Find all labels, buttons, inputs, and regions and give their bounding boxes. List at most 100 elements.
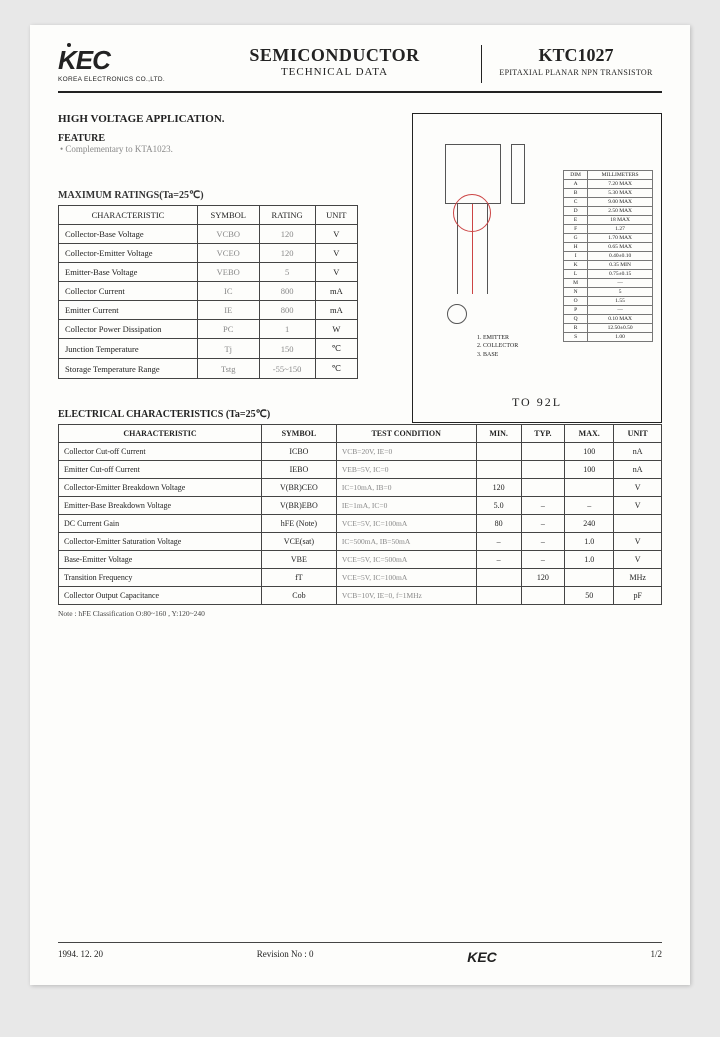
dim-key: N [564, 288, 588, 297]
dim-val: 5 [588, 288, 653, 297]
char-cell: Emitter Cut-off Current [59, 461, 262, 479]
typ-cell [521, 587, 564, 605]
symbol-cell: V(BR)EBO [261, 497, 336, 515]
dim-val: 5.30 MAX [588, 189, 653, 198]
dim-key: S [564, 333, 588, 342]
rating-cell: 120 [259, 244, 315, 263]
table-row: O1.55 [564, 297, 653, 306]
table-row: M— [564, 279, 653, 288]
symbol-cell: ICBO [261, 443, 336, 461]
max-cell: 1.0 [565, 533, 614, 551]
table-row: H0.65 MAX [564, 243, 653, 252]
ratings-table: CHARACTERISTICSYMBOLRATINGUNIT Collector… [58, 205, 358, 379]
elec-note: Note : hFE Classification O:80~160 , Y:1… [58, 609, 662, 618]
table-row: Transition FrequencyfTVCE=5V, IC=100mA 12… [59, 569, 662, 587]
table-header-cell: UNIT [315, 206, 357, 225]
table-row: B5.30 MAX [564, 189, 653, 198]
pin-label: 3. BASE [477, 351, 518, 359]
condition-cell: VCE=5V, IC=100mA [336, 515, 476, 533]
condition-cell: VCB=10V, IE=0, f=1MHz [336, 587, 476, 605]
char-cell: Collector Power Dissipation [59, 320, 198, 339]
dim-val: 1.70 MAX [588, 234, 653, 243]
symbol-cell: VEBO [197, 263, 259, 282]
char-cell: Transition Frequency [59, 569, 262, 587]
symbol-cell: hFE (Note) [261, 515, 336, 533]
max-cell [565, 479, 614, 497]
max-cell: 100 [565, 443, 614, 461]
unit-cell: ℃ [315, 359, 357, 379]
dim-key: Q [564, 315, 588, 324]
max-cell: – [565, 497, 614, 515]
char-cell: DC Current Gain [59, 515, 262, 533]
table-row: G1.70 MAX [564, 234, 653, 243]
min-cell [476, 461, 521, 479]
table-row: K0.35 MIN [564, 261, 653, 270]
part-block: KTC1027 EPITAXIAL PLANAR NPN TRANSISTOR [482, 45, 662, 83]
symbol-cell: fT [261, 569, 336, 587]
min-cell: 120 [476, 479, 521, 497]
table-row: C9.00 MAX [564, 198, 653, 207]
footer-revision: Revision No : 0 [257, 949, 314, 965]
unit-cell: mA [315, 301, 357, 320]
dim-key: A [564, 180, 588, 189]
typ-cell: 120 [521, 569, 564, 587]
symbol-cell: Tstg [197, 359, 259, 379]
unit-cell: mA [315, 282, 357, 301]
char-cell: Collector-Emitter Saturation Voltage [59, 533, 262, 551]
title-block: SEMICONDUCTOR TECHNICAL DATA [198, 45, 482, 83]
char-cell: Collector-Emitter Voltage [59, 244, 198, 263]
condition-cell: IE=1mA, IC=0 [336, 497, 476, 515]
symbol-cell: VCE(sat) [261, 533, 336, 551]
unit-cell: V [315, 244, 357, 263]
dim-key: M [564, 279, 588, 288]
symbol-cell: Cob [261, 587, 336, 605]
package-drawing: 1. EMITTER2. COLLECTOR3. BASE [427, 134, 537, 364]
table-row: Collector-Emitter Saturation VoltageVCE(… [59, 533, 662, 551]
symbol-cell: V(BR)CEO [261, 479, 336, 497]
logo-text: KEC [58, 45, 110, 75]
table-header-cell: TYP. [521, 425, 564, 443]
condition-cell: VCE=5V, IC=100mA [336, 569, 476, 587]
min-cell: 80 [476, 515, 521, 533]
symbol-cell: VCEO [197, 244, 259, 263]
footer: 1994. 12. 20 Revision No : 0 KEC 1/2 [58, 942, 662, 965]
unit-cell: V [614, 479, 662, 497]
table-row: E18 MAX [564, 216, 653, 225]
dim-val: 7.20 MAX [588, 180, 653, 189]
char-cell: Emitter Current [59, 301, 198, 320]
table-row: Collector Power DissipationPC1W [59, 320, 358, 339]
unit-cell: W [315, 320, 357, 339]
content: HIGH VOLTAGE APPLICATION. FEATURE • Comp… [58, 113, 662, 618]
dim-key: E [564, 216, 588, 225]
typ-cell [521, 461, 564, 479]
doc-title: SEMICONDUCTOR [198, 45, 471, 66]
footer-logo: KEC [467, 949, 497, 965]
table-row: Collector Output CapacitanceCobVCB=10V, … [59, 587, 662, 605]
dim-val: 0.10 MAX [588, 315, 653, 324]
table-row: DC Current GainhFE (Note)VCE=5V, IC=100m… [59, 515, 662, 533]
min-cell [476, 443, 521, 461]
char-cell: Collector Current [59, 282, 198, 301]
char-cell: Junction Temperature [59, 339, 198, 359]
dim-val: 1.00 [588, 333, 653, 342]
rating-cell: 800 [259, 282, 315, 301]
package-label: TO 92L [512, 395, 562, 410]
char-cell: Storage Temperature Range [59, 359, 198, 379]
unit-cell: V [315, 225, 357, 244]
table-row: N5 [564, 288, 653, 297]
min-cell: – [476, 533, 521, 551]
rating-cell: 1 [259, 320, 315, 339]
rating-cell: 150 [259, 339, 315, 359]
min-cell: 5.0 [476, 497, 521, 515]
pin-label: 2. COLLECTOR [477, 342, 518, 350]
table-header-cell: CHARACTERISTIC [59, 206, 198, 225]
package-diagram: 1. EMITTER2. COLLECTOR3. BASE DIMMILLIME… [412, 113, 662, 423]
min-cell: – [476, 551, 521, 569]
dim-key: K [564, 261, 588, 270]
unit-cell: ℃ [315, 339, 357, 359]
char-cell: Emitter-Base Breakdown Voltage [59, 497, 262, 515]
datasheet-page: KEC KOREA ELECTRONICS CO.,LTD. SEMICONDU… [30, 25, 690, 985]
symbol-cell: IEBO [261, 461, 336, 479]
condition-cell: VCE=5V, IC=500mA [336, 551, 476, 569]
max-cell: 100 [565, 461, 614, 479]
